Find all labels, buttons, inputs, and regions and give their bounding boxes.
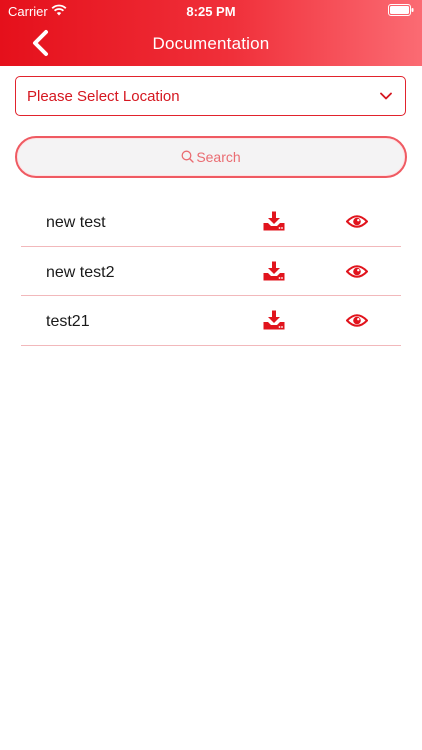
location-select[interactable]: Please Select Location	[15, 76, 406, 116]
download-icon[interactable]	[263, 261, 285, 281]
eye-icon[interactable]	[346, 313, 368, 328]
list-item[interactable]: test21	[21, 296, 401, 346]
page-title: Documentation	[152, 34, 270, 53]
location-select-label: Please Select Location	[27, 88, 180, 105]
download-icon[interactable]	[263, 310, 285, 330]
search-placeholder-group: Search	[17, 138, 405, 176]
status-time: 8:25 PM	[186, 4, 236, 19]
document-name: new test2	[46, 263, 115, 281]
list-item[interactable]: new test	[21, 197, 401, 247]
status-bar: Carrier 8:25 PM	[0, 0, 422, 22]
chevron-down-icon	[380, 92, 392, 100]
download-icon[interactable]	[263, 211, 285, 231]
battery-icon	[388, 4, 414, 16]
eye-icon[interactable]	[346, 214, 368, 229]
search-input[interactable]: Search	[15, 136, 407, 178]
app-header: Carrier 8:25 PM Documentation	[0, 0, 422, 66]
list-item[interactable]: new test2	[21, 247, 401, 296]
eye-icon[interactable]	[346, 264, 368, 279]
document-list: new test new test2 test21	[21, 197, 401, 346]
search-placeholder: Search	[196, 149, 241, 165]
search-icon	[181, 150, 195, 163]
document-name: new test	[46, 214, 106, 231]
document-name: test21	[46, 313, 90, 330]
